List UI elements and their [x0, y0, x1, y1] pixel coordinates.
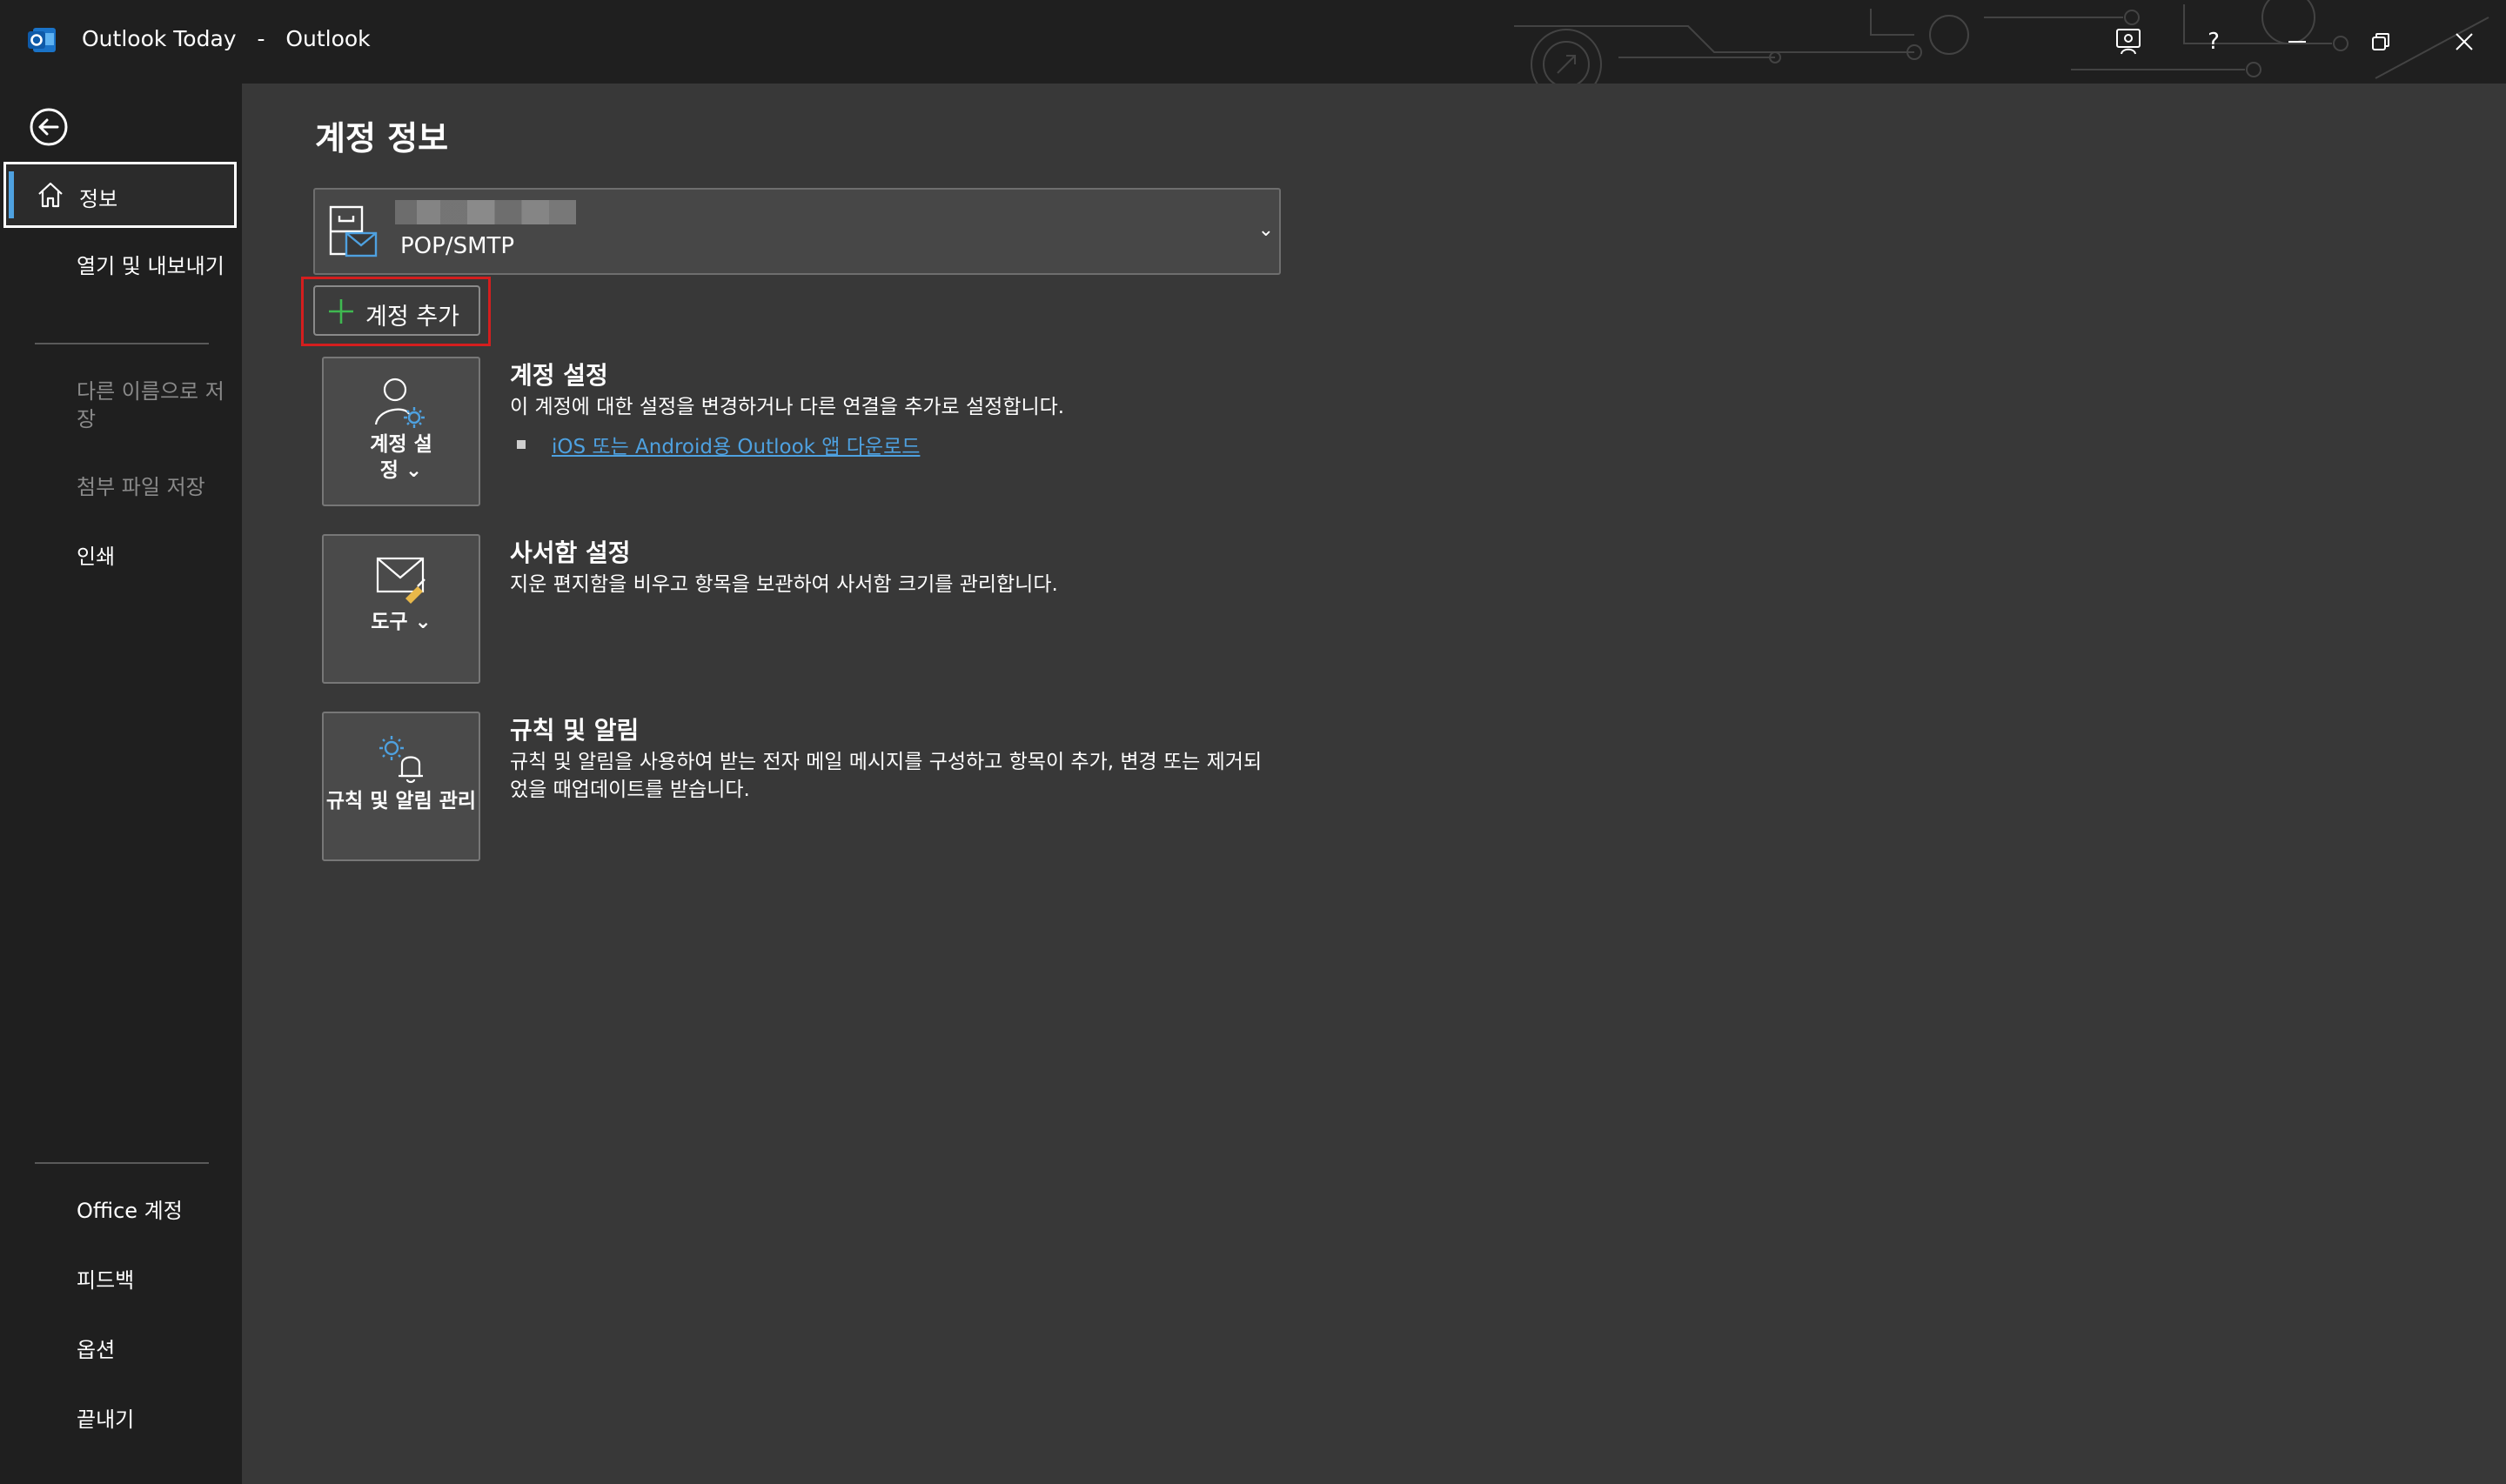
titlebar-circuit-decoration: [1514, 0, 2489, 84]
home-icon: [38, 182, 63, 208]
tools-tile[interactable]: 도구 ⌄: [322, 534, 480, 684]
add-account-button[interactable]: 계정 추가: [313, 285, 480, 336]
tools-tile-label: 도구 ⌄: [371, 611, 432, 633]
window-title: Outlook Today - Outlook: [82, 26, 371, 51]
close-icon: [2456, 33, 2473, 50]
restore-icon: [2372, 33, 2389, 50]
minimize-icon: [2288, 41, 2306, 43]
manage-rules-tile-label: 규칙 및 알림 관리: [325, 790, 477, 812]
help-button[interactable]: ?: [2189, 17, 2238, 66]
restore-button[interactable]: [2356, 17, 2405, 66]
account-email-redacted: [395, 200, 576, 224]
account-selector-dropdown[interactable]: POP/SMTP ⌄: [313, 188, 1281, 275]
mobile-app-download-link[interactable]: iOS 또는 Android용 Outlook 앱 다운로드: [552, 430, 920, 459]
title-bar: Outlook Today - Outlook ?: [0, 0, 2506, 84]
outlook-app-icon: [28, 28, 56, 52]
account-settings-tile[interactable]: 계정 설정 ⌄: [322, 357, 480, 506]
manage-rules-tile[interactable]: 규칙 및 알림 관리: [322, 712, 480, 861]
backstage-sidebar: 정보 열기 및 내보내기 다른 이름으로 저장 첨부 파일 저장 인쇄 Offi…: [0, 84, 242, 1484]
sidebar-divider-bottom: [35, 1162, 209, 1164]
sidebar-item-info-label: 정보: [79, 187, 118, 211]
account-type: POP/SMTP: [400, 233, 515, 259]
account-settings-icon: [374, 378, 425, 428]
mailbox-tools-icon: [376, 557, 425, 604]
coaching-icon: [2116, 29, 2141, 55]
sidebar-item-options[interactable]: 옵션: [77, 1336, 233, 1364]
main-content: 계정 정보 POP/SMTP ⌄ 계정 추가 계정 설정 ⌄ 계정 설정 이 계…: [242, 84, 2506, 1484]
plus-icon: [329, 299, 353, 324]
window-title-app: Outlook: [285, 26, 371, 51]
window-title-separator: -: [257, 26, 265, 51]
rules-alerts-title: 규칙 및 알림: [510, 716, 640, 745]
sidebar-item-open-export[interactable]: 열기 및 내보내기: [77, 252, 233, 280]
bullet-icon: [517, 440, 526, 449]
account-settings-title: 계정 설정: [510, 361, 608, 390]
window-title-page: Outlook Today: [82, 26, 237, 51]
back-arrow-icon[interactable]: [24, 103, 73, 151]
sidebar-divider: [35, 343, 209, 344]
mailbox-settings-title: 사서함 설정: [510, 538, 631, 567]
page-title: 계정 정보: [315, 119, 449, 157]
sidebar-item-save-as: 다른 이름으로 저장: [77, 379, 224, 431]
minimize-button[interactable]: [2273, 17, 2322, 66]
account-settings-tile-label: 계정 설정 ⌄: [370, 433, 432, 482]
rules-alerts-icon: [379, 736, 423, 784]
help-icon: ?: [2208, 29, 2220, 55]
sidebar-item-info[interactable]: 정보: [3, 162, 237, 228]
close-button[interactable]: [2440, 17, 2489, 66]
chevron-down-icon: ⌄: [1257, 219, 1274, 241]
mailbox-settings-description: 지운 편지함을 비우고 항목을 보관하여 사서함 크기를 관리합니다.: [510, 573, 1058, 596]
account-settings-description: 이 계정에 대한 설정을 변경하거나 다른 연결을 추가로 설정합니다.: [510, 396, 1065, 418]
sidebar-item-office-account[interactable]: Office 계정: [77, 1197, 233, 1225]
sidebar-item-save-attachments: 첨부 파일 저장: [77, 475, 205, 499]
sidebar-item-feedback[interactable]: 피드백: [77, 1267, 233, 1294]
sidebar-item-exit[interactable]: 끝내기: [77, 1406, 233, 1434]
coaching-button[interactable]: [2104, 17, 2153, 66]
rules-alerts-description: 규칙 및 알림을 사용하여 받는 전자 메일 메시지를 구성하고 항목이 추가,…: [510, 751, 1263, 801]
selected-accent-bar: [9, 171, 14, 218]
pop-account-icon: [329, 205, 378, 257]
add-account-label: 계정 추가: [365, 304, 459, 331]
sidebar-item-print[interactable]: 인쇄: [77, 543, 233, 571]
